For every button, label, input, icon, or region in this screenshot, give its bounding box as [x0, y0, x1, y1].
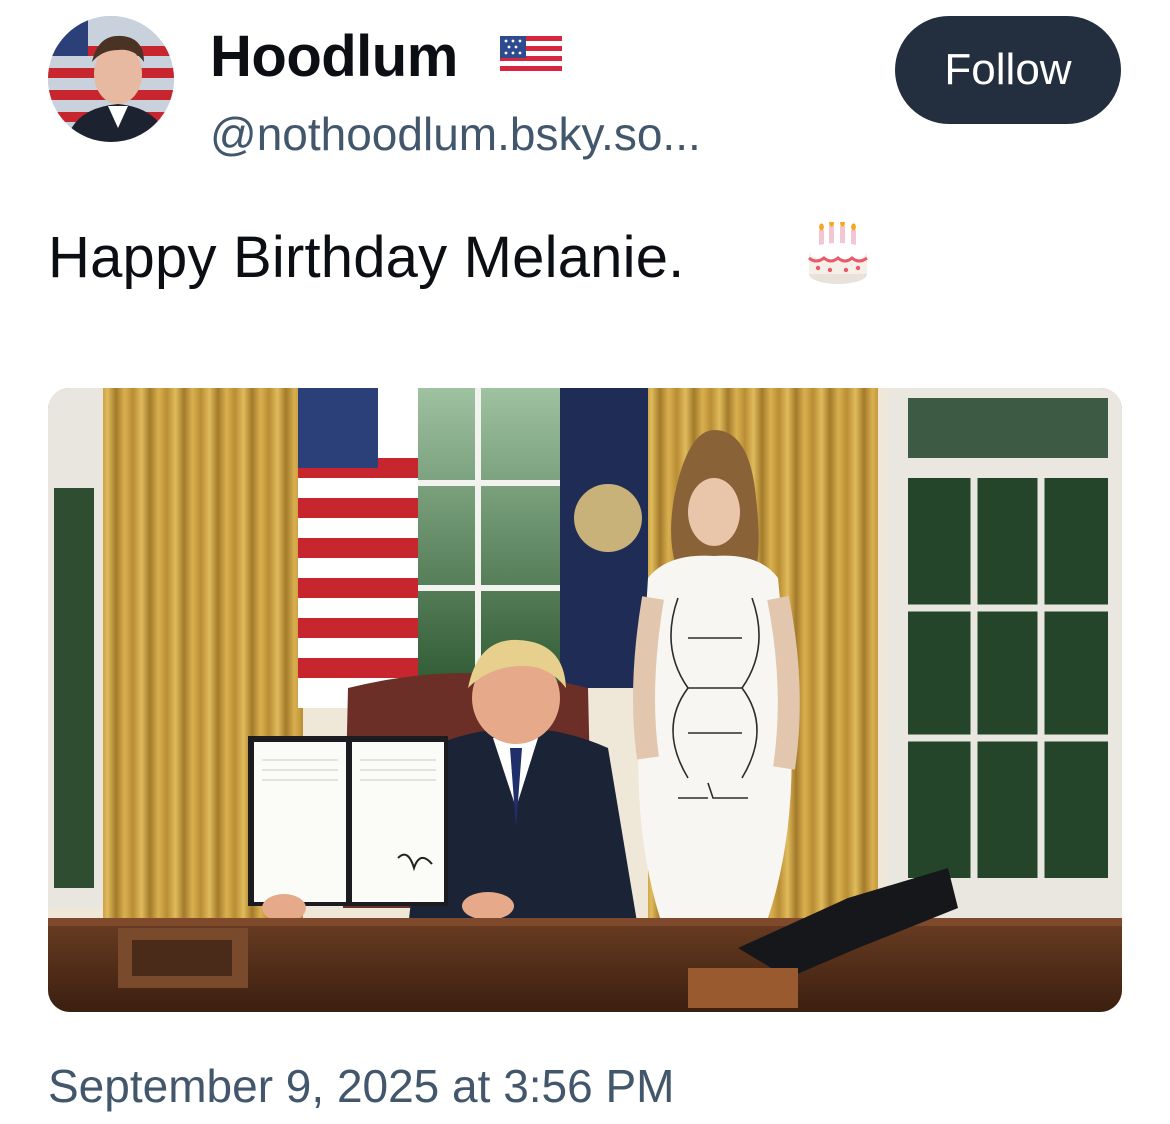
us-flag-icon	[500, 36, 562, 76]
author-handle[interactable]: @nothoodlum.bsky.so...	[210, 104, 701, 164]
author-display-name[interactable]: Hoodlum	[210, 22, 458, 92]
author-avatar[interactable]	[48, 16, 174, 142]
birthday-cake-icon	[808, 222, 868, 284]
oval-office-photo	[48, 388, 1122, 1012]
post-text: Happy Birthday Melanie.	[48, 225, 685, 290]
post-image[interactable]	[48, 388, 1122, 1012]
avatar-image	[48, 16, 174, 142]
follow-button[interactable]: Follow	[895, 16, 1121, 124]
post-timestamp[interactable]: September 9, 2025 at 3:56 PM	[48, 1056, 675, 1116]
